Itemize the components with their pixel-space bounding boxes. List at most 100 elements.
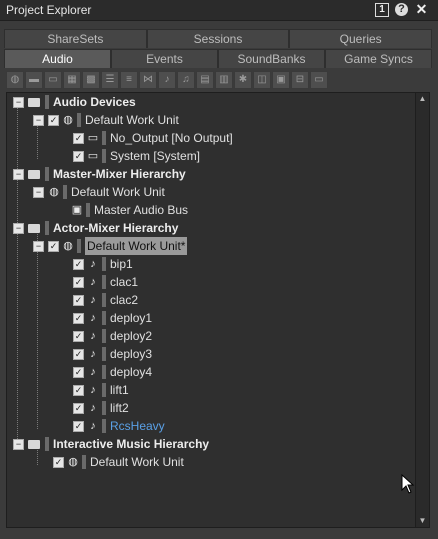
help-icon[interactable]: ?	[395, 3, 408, 16]
collapse-toggle[interactable]: −	[13, 222, 24, 234]
tree-row-mm-default-work-unit[interactable]: − ◍ Default Work Unit	[33, 183, 165, 201]
tree-label: lift1	[110, 383, 129, 397]
tree-row-audio-devices[interactable]: − Audio Devices	[13, 93, 136, 111]
tree-row-sound[interactable]: ✓ ♪ lift1	[73, 381, 129, 399]
tree-row-sound[interactable]: ✓ ♪ RcsHeavy	[73, 417, 165, 435]
color-bar	[45, 95, 49, 109]
scroll-down-arrow-icon[interactable]: ▼	[416, 515, 429, 527]
tree-label: Audio Devices	[53, 95, 136, 109]
include-checkbox[interactable]: ✓	[73, 402, 84, 414]
tree-row-interactive-music[interactable]: − Interactive Music Hierarchy	[13, 435, 209, 453]
tab-events[interactable]: Events	[111, 49, 218, 68]
color-bar	[102, 311, 106, 325]
sequence-container-tool-icon[interactable]: ☰	[101, 71, 119, 89]
tree-label: Master-Mixer Hierarchy	[53, 167, 186, 181]
tab-queries[interactable]: Queries	[289, 29, 433, 48]
collapse-toggle[interactable]: −	[33, 186, 44, 198]
tree-row-sound[interactable]: ✓ ♪ clac1	[73, 273, 138, 291]
music-playlist-tool-icon[interactable]: ▥	[215, 71, 233, 89]
actor-mixer-tool-icon[interactable]: ▦	[63, 71, 81, 89]
tab-row-top: ShareSets Sessions Queries	[4, 29, 433, 48]
include-checkbox[interactable]: ✓	[73, 150, 84, 162]
work-unit-icon: ◍	[49, 185, 59, 198]
tree-label: lift2	[110, 401, 129, 415]
include-checkbox[interactable]: ✓	[73, 420, 84, 432]
include-checkbox[interactable]: ✓	[73, 312, 84, 324]
audio-device-tool-icon[interactable]: ▭	[310, 71, 328, 89]
tree-row-sound[interactable]: ✓ ♪ deploy2	[73, 327, 152, 345]
tab-sharesets[interactable]: ShareSets	[4, 29, 147, 48]
collapse-toggle[interactable]: −	[33, 240, 44, 252]
color-bar	[45, 167, 49, 181]
include-checkbox[interactable]: ✓	[73, 276, 84, 288]
physical-folder-tool-icon[interactable]: ▭	[44, 71, 62, 89]
color-bar	[102, 401, 106, 415]
tree-row-sound[interactable]: ✓ ♪ deploy4	[73, 363, 152, 381]
close-icon[interactable]: ✕	[414, 2, 429, 17]
include-checkbox[interactable]: ✓	[73, 348, 84, 360]
tree-row-sound[interactable]: ✓ ♪ deploy3	[73, 345, 152, 363]
tree-label: Master Audio Bus	[94, 203, 189, 217]
include-checkbox[interactable]: ✓	[53, 456, 64, 468]
tree-row-sound[interactable]: ✓ ♪ bip1	[73, 255, 133, 273]
tree-row-sound[interactable]: ✓ ♪ lift2	[73, 399, 129, 417]
music-switch-tool-icon[interactable]: ▤	[196, 71, 214, 89]
color-bar	[86, 203, 90, 217]
include-checkbox[interactable]: ✓	[73, 258, 84, 270]
view-number-badge[interactable]: 1	[375, 3, 389, 17]
include-checkbox[interactable]: ✓	[73, 384, 84, 396]
sound-sfx-icon: ♪	[90, 293, 96, 306]
audio-device-icon: ▭	[87, 131, 99, 144]
tree-label: clac1	[110, 275, 139, 289]
tree-row-no-output[interactable]: ✓ ▭ No_Output [No Output]	[73, 129, 233, 147]
color-bar	[102, 383, 106, 397]
color-bar	[102, 257, 106, 271]
tree-row-master-audio-bus[interactable]: ▣ Master Audio Bus	[71, 201, 188, 219]
scroll-up-arrow-icon[interactable]: ▲	[416, 93, 429, 105]
music-segment-tool-icon[interactable]: ✱	[234, 71, 252, 89]
tree-row-am-default-work-unit[interactable]: − ✓ ◍ Default Work Unit*	[33, 237, 188, 255]
project-tree[interactable]: − Audio Devices − ✓ ◍ Default Work Unit …	[6, 92, 416, 528]
collapse-toggle[interactable]: −	[13, 168, 24, 180]
sound-sfx-icon: ♪	[90, 419, 96, 432]
vertical-scrollbar[interactable]: ▲ ▼	[415, 92, 430, 528]
tree-row-default-work-unit[interactable]: − ✓ ◍ Default Work Unit	[33, 111, 179, 129]
include-checkbox[interactable]: ✓	[73, 294, 84, 306]
tab-audio[interactable]: Audio	[4, 49, 111, 68]
collapse-toggle[interactable]: −	[33, 114, 44, 126]
sound-sfx-tool-icon[interactable]: ♪	[158, 71, 176, 89]
blend-container-tool-icon[interactable]: ⋈	[139, 71, 157, 89]
include-checkbox[interactable]: ✓	[73, 330, 84, 342]
tree-row-sound[interactable]: ✓ ♪ clac2	[73, 291, 138, 309]
tree-label: Default Work Unit	[71, 185, 165, 199]
tab-game-syncs[interactable]: Game Syncs	[325, 49, 432, 68]
switch-container-tool-icon[interactable]: ≡	[120, 71, 138, 89]
collapse-toggle[interactable]: −	[13, 438, 24, 450]
tree-row-master-mixer[interactable]: − Master-Mixer Hierarchy	[13, 165, 186, 183]
include-checkbox[interactable]: ✓	[73, 366, 84, 378]
music-track-tool-icon[interactable]: ◫	[253, 71, 271, 89]
work-unit-tool-icon[interactable]: ◍	[6, 71, 24, 89]
include-checkbox[interactable]: ✓	[73, 132, 84, 144]
tree-label: deploy3	[110, 347, 153, 361]
include-checkbox[interactable]: ✓	[48, 114, 59, 126]
tab-sessions[interactable]: Sessions	[146, 29, 290, 48]
tree-row-actor-mixer[interactable]: − Actor-Mixer Hierarchy	[13, 219, 178, 237]
collapse-toggle[interactable]: −	[13, 96, 24, 108]
bus-tool-icon[interactable]: ▣	[272, 71, 290, 89]
folder-tool-icon[interactable]: ▬	[25, 71, 43, 89]
tab-soundbanks[interactable]: SoundBanks	[218, 49, 325, 68]
include-checkbox[interactable]: ✓	[48, 240, 59, 252]
color-bar	[82, 455, 86, 469]
mouse-cursor-icon	[401, 474, 415, 494]
folder-icon	[28, 439, 40, 449]
aux-bus-tool-icon[interactable]: ⊟	[291, 71, 309, 89]
random-container-tool-icon[interactable]: ▩	[82, 71, 100, 89]
sound-sfx-icon: ♪	[90, 257, 96, 270]
tree-label: RcsHeavy	[110, 419, 165, 433]
tree-row-sound[interactable]: ✓ ♪ deploy1	[73, 309, 152, 327]
sound-voice-tool-icon[interactable]: ♫	[177, 71, 195, 89]
tree-row-system[interactable]: ✓ ▭ System [System]	[73, 147, 200, 165]
tree-row-im-default-work-unit[interactable]: ✓ ◍ Default Work Unit	[53, 453, 184, 471]
color-bar	[102, 419, 106, 433]
